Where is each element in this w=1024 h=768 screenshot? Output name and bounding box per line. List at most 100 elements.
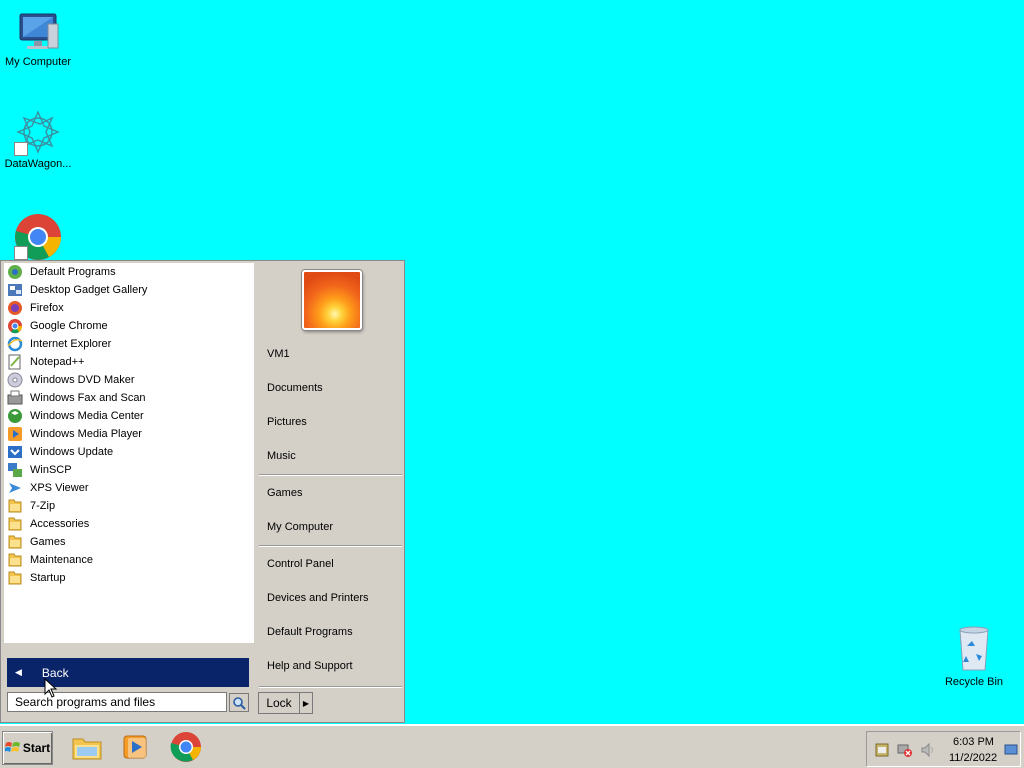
fax-icon	[7, 390, 23, 406]
program-item[interactable]: Accessories	[4, 515, 254, 533]
clock-time[interactable]: 6:03 PM	[953, 736, 994, 748]
program-item[interactable]: Desktop Gadget Gallery	[4, 281, 254, 299]
notepad-plus-icon	[7, 354, 23, 370]
program-label: XPS Viewer	[30, 482, 89, 494]
program-label: Default Programs	[30, 266, 116, 278]
desktop-icon-datawagon[interactable]: DataWagon...	[0, 110, 76, 170]
program-item[interactable]: Windows Media Player	[4, 425, 254, 443]
desktop-icon-my-computer[interactable]: My Computer	[0, 10, 76, 68]
desktop-icon-label: DataWagon...	[4, 158, 72, 170]
windows-logo-icon	[4, 742, 20, 752]
program-item[interactable]: Windows Fax and Scan	[4, 389, 254, 407]
program-label: Games	[30, 536, 66, 548]
right-item-games[interactable]: Games	[267, 487, 302, 499]
program-item[interactable]: Startup	[4, 569, 254, 587]
right-item-devices-printers[interactable]: Devices and Printers	[267, 592, 369, 604]
ie-icon	[7, 336, 23, 352]
lock-button[interactable]: Lock ▶	[258, 692, 313, 714]
program-label: Windows Media Player	[30, 428, 142, 440]
program-label: Maintenance	[30, 554, 93, 566]
shutdown-options-arrow-icon[interactable]: ▶	[299, 693, 312, 713]
right-item-my-computer[interactable]: My Computer	[267, 521, 333, 533]
desktop-icon-chrome[interactable]	[0, 212, 76, 260]
media-player-icon	[7, 426, 23, 442]
program-item[interactable]: Google Chrome	[4, 317, 254, 335]
show-desktop-icon[interactable]	[1004, 744, 1018, 756]
start-button[interactable]: Start	[2, 731, 53, 765]
right-item-control-panel[interactable]: Control Panel	[267, 558, 334, 570]
program-item[interactable]: Firefox	[4, 299, 254, 317]
update-icon	[7, 444, 23, 460]
program-item[interactable]: Notepad++	[4, 353, 254, 371]
chrome-icon	[7, 318, 23, 334]
default-programs-icon	[7, 264, 23, 280]
program-label: Windows Fax and Scan	[30, 392, 146, 404]
action-center-icon[interactable]	[874, 742, 890, 758]
program-label: Windows Media Center	[30, 410, 144, 422]
shortcut-arrow-icon	[14, 246, 28, 260]
gadget-icon	[7, 282, 23, 298]
right-item-pictures[interactable]: Pictures	[267, 416, 307, 428]
program-item[interactable]: Games	[4, 533, 254, 551]
program-item[interactable]: Default Programs	[4, 263, 254, 281]
program-label: 7-Zip	[30, 500, 56, 512]
program-label: Accessories	[30, 518, 90, 530]
program-label: Windows DVD Maker	[30, 374, 135, 386]
folder-icon	[7, 552, 23, 568]
chrome-icon	[170, 732, 201, 762]
recycle-bin-icon	[959, 626, 989, 671]
right-item-music[interactable]: Music	[267, 450, 296, 462]
winscp-icon	[7, 462, 23, 478]
program-item[interactable]: 7-Zip	[4, 497, 254, 515]
taskbar-app-media-player[interactable]	[118, 729, 154, 765]
search-input[interactable]: Search programs and files	[7, 692, 227, 712]
media-player-icon	[123, 735, 147, 759]
program-label: Notepad++	[30, 356, 85, 368]
right-item-default-programs[interactable]: Default Programs	[267, 626, 353, 638]
program-label: Google Chrome	[30, 320, 108, 332]
folder-icon	[7, 570, 23, 586]
program-item[interactable]: Windows Update	[4, 443, 254, 461]
explorer-folder-icon	[72, 738, 102, 760]
program-item[interactable]: WinSCP	[4, 461, 254, 479]
program-label: Internet Explorer	[30, 338, 112, 350]
program-item[interactable]: XPS Viewer	[4, 479, 254, 497]
search-icon	[233, 696, 246, 710]
right-item-user[interactable]: VM1	[267, 348, 290, 360]
program-label: WinSCP	[30, 464, 72, 476]
right-item-documents[interactable]: Documents	[267, 382, 323, 394]
program-item[interactable]: Maintenance	[4, 551, 254, 569]
lock-label: Lock	[266, 696, 292, 710]
media-center-icon	[7, 408, 23, 424]
xps-icon	[7, 480, 23, 496]
network-disconnected-icon[interactable]	[897, 742, 913, 758]
firefox-icon	[7, 300, 23, 316]
program-label: Desktop Gadget Gallery	[30, 284, 148, 296]
taskbar-app-explorer[interactable]	[69, 729, 105, 765]
mouse-cursor-icon	[44, 678, 58, 698]
volume-icon[interactable]	[920, 742, 936, 758]
program-item[interactable]: Internet Explorer	[4, 335, 254, 353]
user-avatar[interactable]	[302, 270, 362, 330]
right-item-help-support[interactable]: Help and Support	[267, 660, 353, 672]
start-menu: Default Programs Desktop Gadget Gallery Fi…	[0, 260, 405, 723]
folder-icon	[7, 534, 23, 550]
clock-date[interactable]: 11/2/2022	[949, 752, 997, 764]
taskbar: Start 6:03 PM 11/2/2022	[0, 724, 1024, 768]
program-label: Startup	[30, 572, 66, 584]
desktop-icon-recycle-bin[interactable]: Recycle Bin	[936, 624, 1012, 688]
program-label: Windows Update	[30, 446, 114, 458]
desktop-icon-label: Recycle Bin	[944, 676, 1004, 688]
program-label: Firefox	[30, 302, 64, 314]
separator	[259, 686, 402, 688]
desktop-icon-label: My Computer	[4, 56, 72, 68]
program-item[interactable]: Windows Media Center	[4, 407, 254, 425]
search-button[interactable]	[229, 693, 249, 712]
back-arrow-icon: ◀	[15, 667, 22, 677]
dvd-icon	[7, 372, 23, 388]
start-label: Start	[22, 741, 51, 755]
taskbar-app-chrome[interactable]	[168, 729, 204, 765]
program-item[interactable]: Windows DVD Maker	[4, 371, 254, 389]
separator	[259, 545, 402, 547]
folder-icon	[7, 516, 23, 532]
